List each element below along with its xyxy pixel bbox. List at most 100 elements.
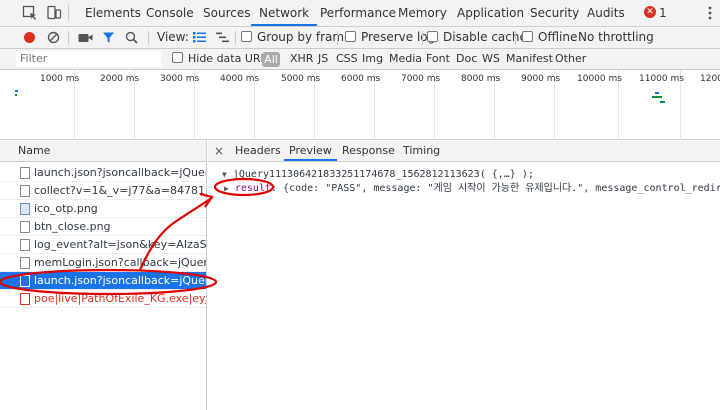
network-toolbar: View: Group by frame Preserve log Disabl… [0, 27, 720, 49]
timeline-request-bar [15, 90, 18, 92]
toolbar-divider [235, 31, 236, 45]
toolbar-divider [68, 31, 69, 45]
large-rows-icon[interactable] [193, 32, 206, 43]
filter-type-font[interactable]: Font [426, 49, 450, 69]
filter-type-manifest[interactable]: Manifest [506, 49, 553, 69]
result-key: result: [234, 183, 278, 194]
filter-type-xhr[interactable]: XHR [290, 49, 313, 69]
filter-type-js[interactable]: JS [318, 49, 328, 69]
tabbar-divider [68, 5, 69, 21]
broken-image-icon [20, 221, 30, 233]
request-name: launch.json?jsoncallback=jQuery1... [34, 274, 206, 287]
throttling-select[interactable]: No throttling [578, 27, 654, 48]
result-value: {code: "PASS", message: "게임 시작이 가능한 유제입니… [283, 183, 720, 194]
offline-checkbox[interactable]: Offline [522, 27, 577, 48]
request-row[interactable]: btn_close.png [0, 218, 206, 236]
timeline-tick-label: 12000 [700, 74, 720, 84]
request-name: ico_otp.png [34, 202, 98, 215]
filter-type-ws[interactable]: WS [482, 49, 500, 69]
toolbar-divider [148, 31, 149, 45]
request-row[interactable]: ico_otp.png [0, 200, 206, 218]
devtools-tabbar: Elements Console Sources Network Perform… [0, 0, 720, 27]
timeline-tick-label: 10000 ms [577, 74, 622, 84]
request-row-selected[interactable]: launch.json?jsoncallback=jQuery1... [0, 272, 206, 290]
device-toolbar-icon[interactable] [46, 5, 62, 21]
filter-type-other[interactable]: Other [555, 49, 586, 69]
timeline-tick-label: 6000 ms [341, 74, 381, 84]
clear-icon[interactable] [47, 31, 60, 44]
request-row-failed[interactable]: poe|live|PathOfExile_KG.exe|eyJjdH... [0, 290, 206, 308]
file-icon [20, 293, 30, 305]
preview-result-line[interactable]: ▶ result: {code: "PASS", message: "게임 시작… [224, 182, 720, 196]
tab-headers[interactable]: Headers [235, 141, 281, 161]
timeline-tick-label: 8000 ms [461, 74, 501, 84]
request-row[interactable]: memLogin.json?callback=jQuery1... [0, 254, 206, 272]
error-icon[interactable]: ✕ [644, 6, 656, 18]
request-row[interactable]: launch.json?jsoncallback=jQuery1... [0, 164, 206, 182]
filter-input[interactable] [16, 51, 161, 67]
request-name: memLogin.json?callback=jQuery1... [34, 256, 206, 269]
tab-network[interactable]: Network [251, 0, 318, 26]
filter-type-media[interactable]: Media [389, 49, 422, 69]
tab-elements[interactable]: Elements [85, 0, 141, 26]
network-overview-timeline[interactable]: 1000 ms 2000 ms 3000 ms 4000 ms 5000 ms … [0, 70, 720, 140]
timeline-request-bar [15, 94, 17, 96]
tab-sources[interactable]: Sources [203, 0, 250, 26]
detail-tabbar: × Headers Preview Response Timing [208, 141, 720, 162]
tab-response[interactable]: Response [342, 141, 395, 161]
tab-console[interactable]: Console [146, 0, 194, 26]
group-by-frame-checkbox[interactable]: Group by frame [241, 27, 351, 48]
filter-bar: Hide data URLs All XHR JS CSS Img Media … [0, 49, 720, 70]
file-icon [20, 185, 30, 197]
waterfall-view-icon[interactable] [216, 32, 229, 43]
filter-type-css[interactable]: CSS [336, 49, 358, 69]
image-file-icon [20, 203, 30, 215]
preview-root-text: jQuery111306421833251174678_156281211362… [232, 169, 534, 180]
toolbar-divider [515, 31, 516, 45]
collapse-triangle-icon[interactable]: ▶ [224, 184, 229, 193]
view-label: View: [157, 30, 189, 44]
tab-memory[interactable]: Memory [398, 0, 447, 26]
tab-audits[interactable]: Audits [587, 0, 625, 26]
request-row[interactable]: collect?v=1&_v=j77&a=84781768... [0, 182, 206, 200]
expand-triangle-icon[interactable]: ▼ [222, 170, 227, 179]
timeline-tick-label: 3000 ms [160, 74, 200, 84]
request-name: btn_close.png [34, 220, 111, 233]
timeline-tick-label: 9000 ms [521, 74, 561, 84]
request-detail-panel: × Headers Preview Response Timing ▼ jQue… [208, 141, 720, 410]
screenshot-camera-icon[interactable] [78, 32, 93, 43]
timeline-tick-label: 4000 ms [220, 74, 260, 84]
filter-type-all[interactable]: All [262, 52, 280, 67]
search-icon[interactable] [125, 31, 138, 44]
filter-type-img[interactable]: Img [362, 49, 383, 69]
filter-funnel-icon[interactable] [102, 31, 115, 44]
toolbar-divider [422, 31, 423, 45]
filter-type-doc[interactable]: Doc [456, 49, 477, 69]
tab-timing[interactable]: Timing [403, 141, 440, 161]
close-detail-icon[interactable]: × [214, 144, 224, 158]
error-count[interactable]: 1 [659, 0, 667, 26]
tab-security[interactable]: Security [530, 0, 579, 26]
name-column-header[interactable]: Name [0, 141, 206, 162]
tab-performance[interactable]: Performance [320, 0, 396, 26]
preview-root-line[interactable]: ▼ jQuery111306421833251174678_1562812113… [222, 168, 534, 182]
hide-data-urls-checkbox[interactable]: Hide data URLs [172, 49, 272, 69]
more-options-icon[interactable] [708, 6, 712, 20]
request-name: poe|live|PathOfExile_KG.exe|eyJjdH... [34, 292, 206, 305]
tab-application[interactable]: Application [457, 0, 524, 26]
timeline-request-bar [655, 92, 659, 94]
request-row[interactable]: log_event?alt=json&key=AIzaSyA... [0, 236, 206, 254]
inspect-element-icon[interactable] [22, 5, 38, 21]
offline-label: Offline [538, 30, 578, 44]
file-icon [20, 275, 30, 287]
hide-data-urls-label: Hide data URLs [188, 52, 273, 65]
request-name: launch.json?jsoncallback=jQuery1... [34, 166, 206, 179]
throttling-value: No throttling [578, 30, 654, 44]
file-icon [20, 257, 30, 269]
file-icon [20, 239, 30, 251]
request-name: log_event?alt=json&key=AIzaSyA... [34, 238, 206, 251]
record-icon[interactable] [23, 31, 36, 44]
disable-cache-checkbox[interactable]: Disable cache [427, 27, 527, 48]
request-list-panel: Name launch.json?jsoncallback=jQuery1...… [0, 141, 207, 410]
tab-preview[interactable]: Preview [284, 141, 337, 161]
